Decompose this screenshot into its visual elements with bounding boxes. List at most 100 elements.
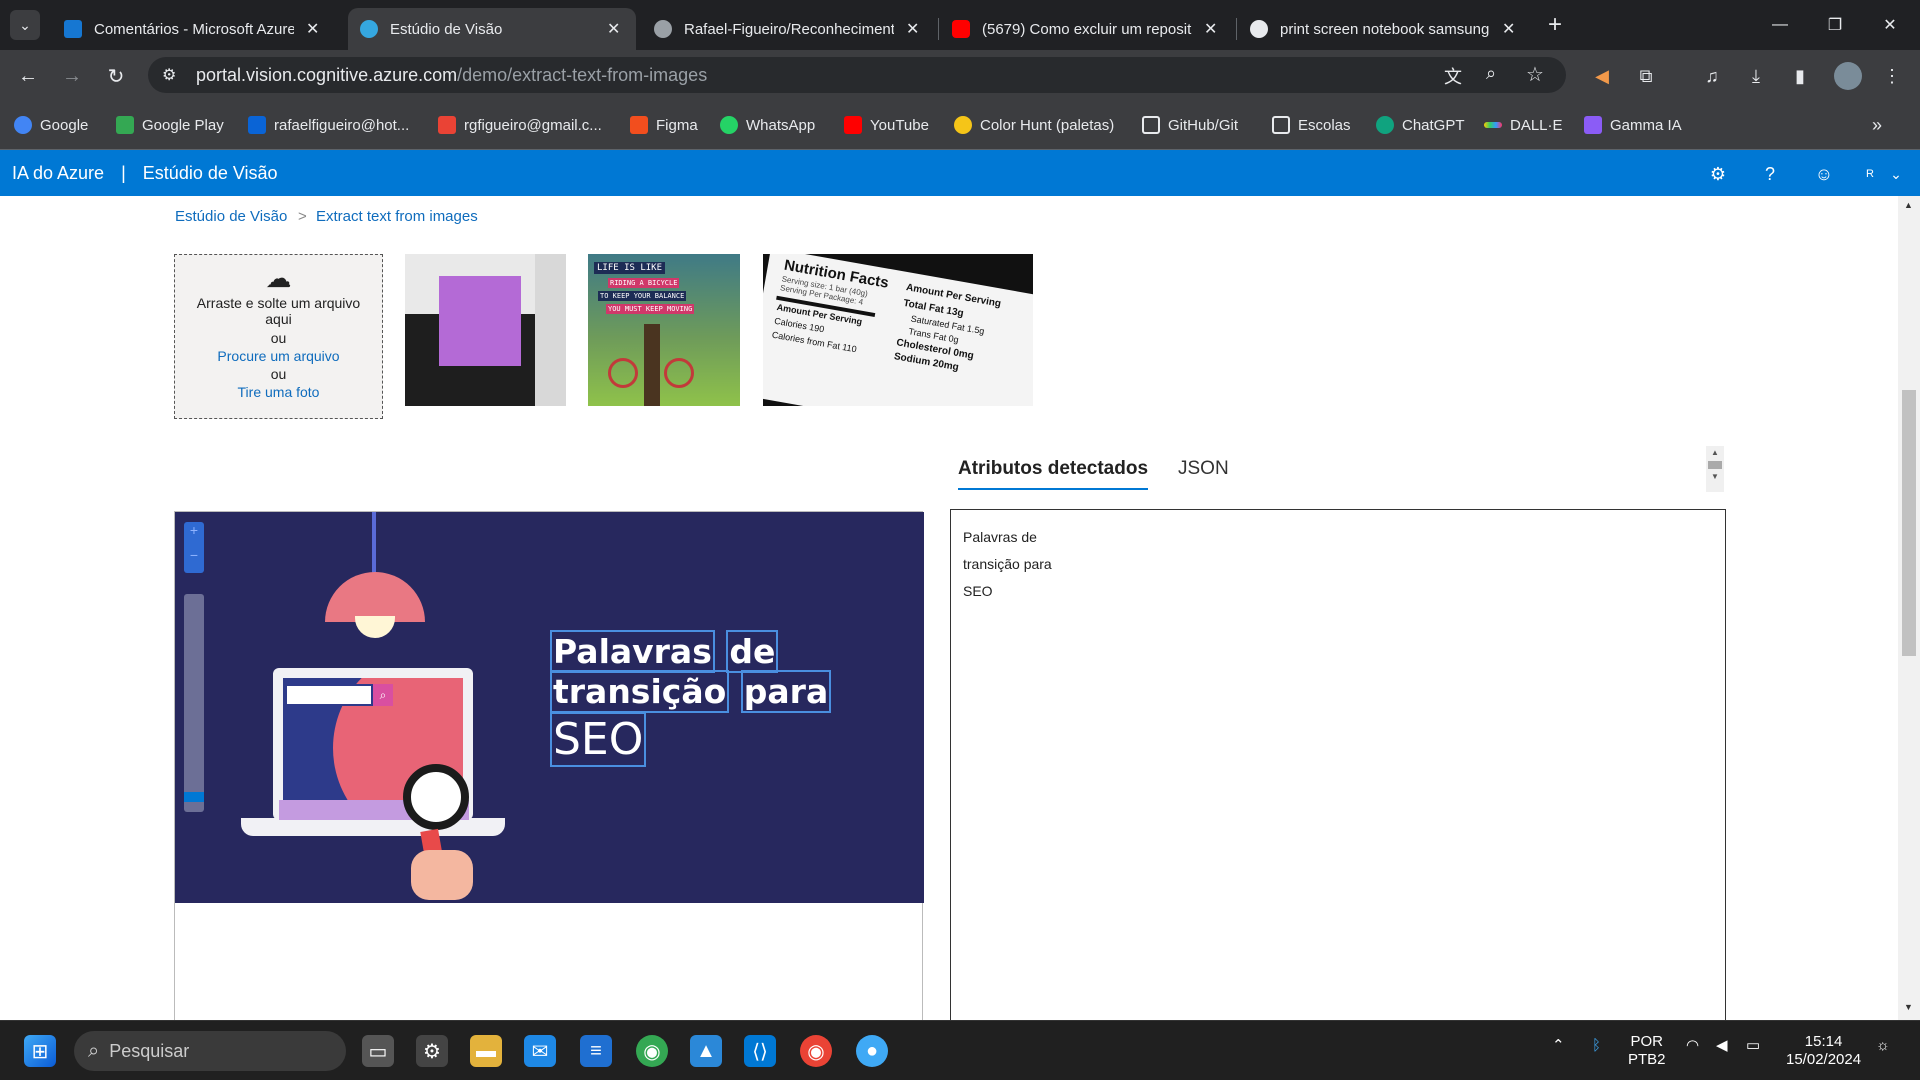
ocr-word-box[interactable]: Palavras: [550, 630, 715, 673]
bookmark-chatgpt[interactable]: ChatGPT: [1376, 114, 1465, 136]
analyzed-image[interactable]: + − ⌕ Palavras de transição para SEO: [175, 512, 924, 903]
settings-gear-icon[interactable]: ⚙: [1706, 162, 1730, 186]
side-panel-icon[interactable]: ▮: [1786, 62, 1814, 90]
close-icon[interactable]: ✕: [306, 19, 319, 39]
tab-azure-comments[interactable]: Comentários - Microsoft Azure ✕: [52, 8, 342, 50]
zoom-out-icon[interactable]: −: [184, 547, 204, 572]
chrome-active-icon[interactable]: ◉: [800, 1035, 832, 1067]
ocr-word-box[interactable]: SEO: [550, 712, 647, 767]
back-icon[interactable]: ←: [12, 60, 44, 92]
file-explorer-icon[interactable]: ▬: [470, 1035, 502, 1067]
photos-icon[interactable]: ▲: [690, 1035, 722, 1067]
profile-avatar[interactable]: [1834, 62, 1862, 90]
taskbar-search[interactable]: ⌕ Pesquisar: [74, 1031, 346, 1071]
bookmark-folder-github[interactable]: GitHub/Git: [1142, 114, 1238, 136]
close-icon[interactable]: ✕: [607, 19, 620, 39]
browse-file-link[interactable]: Procure um arquivo: [175, 347, 382, 365]
help-icon[interactable]: ?: [1758, 162, 1782, 186]
tab-vision-studio[interactable]: Estúdio de Visão ✕: [348, 8, 636, 50]
scroll-thumb[interactable]: [1902, 390, 1916, 656]
more-bookmarks-icon[interactable]: »: [1872, 114, 1882, 136]
windows-start-icon[interactable]: ⊞: [24, 1035, 56, 1067]
translate-icon[interactable]: 文: [1444, 63, 1462, 89]
bluetooth-icon[interactable]: ᛒ: [1592, 1037, 1601, 1055]
tab-detected-attributes[interactable]: Atributos detectados: [958, 458, 1149, 490]
vscode-icon[interactable]: ⟨⟩: [744, 1035, 776, 1067]
bookmark-color-hunt[interactable]: Color Hunt (paletas): [954, 114, 1114, 136]
restore-button[interactable]: ❐: [1805, 0, 1865, 50]
breadcrumb-current[interactable]: Extract text from images: [316, 208, 478, 225]
wifi-icon[interactable]: ◠: [1686, 1037, 1699, 1055]
bookmark-whatsapp[interactable]: WhatsApp: [720, 114, 815, 136]
user-initial[interactable]: R: [1858, 162, 1882, 186]
product-name[interactable]: IA do Azure: [12, 163, 104, 183]
bookmark-google-play[interactable]: Google Play: [116, 114, 224, 136]
reload-icon[interactable]: ↻: [100, 60, 132, 92]
close-icon[interactable]: ✕: [906, 19, 919, 39]
detected-line[interactable]: Palavras de: [963, 524, 1713, 551]
scroll-down-icon[interactable]: ▼: [1706, 470, 1724, 484]
tab-google-search[interactable]: print screen notebook samsung ✕: [1238, 8, 1528, 50]
tabs-scrollbar[interactable]: ▲ ▼: [1706, 446, 1724, 492]
take-photo-link[interactable]: Tire uma foto: [175, 383, 382, 401]
notification-icon[interactable]: ☼: [1876, 1037, 1890, 1055]
scroll-up-icon[interactable]: ▲: [1706, 446, 1724, 460]
ocr-word-box[interactable]: transição: [550, 670, 730, 713]
address-bar[interactable]: ⚙ portal.vision.cognitive.azure.com/demo…: [148, 57, 1566, 93]
mail-icon[interactable]: ✉: [524, 1035, 556, 1067]
zoom-slider-thumb[interactable]: [184, 792, 204, 802]
close-icon[interactable]: ✕: [1204, 19, 1217, 39]
breadcrumb-root[interactable]: Estúdio de Visão: [175, 208, 287, 225]
app-icon[interactable]: ●: [856, 1035, 888, 1067]
download-icon[interactable]: ⤓: [1742, 62, 1770, 90]
minimize-button[interactable]: —: [1750, 0, 1810, 50]
scroll-thumb[interactable]: [1708, 461, 1722, 469]
bookmark-gmail[interactable]: rgfigueiro@gmail.c...: [438, 114, 602, 136]
page-scrollbar[interactable]: ▲ ▼: [1898, 196, 1920, 1020]
menu-icon[interactable]: ⋮: [1878, 62, 1906, 90]
battery-icon[interactable]: ▭: [1746, 1037, 1760, 1055]
site-info-icon[interactable]: ⚙: [162, 65, 176, 85]
forward-icon[interactable]: →: [56, 60, 88, 92]
sample-image-bicycle[interactable]: LIFE IS LIKE RIDING A BICYCLE TO KEEP YO…: [588, 254, 740, 406]
feedback-smiley-icon[interactable]: ☺: [1812, 162, 1836, 186]
task-view-icon[interactable]: ▭: [362, 1035, 394, 1067]
zoom-in-icon[interactable]: +: [184, 522, 204, 547]
sample-image-sticky-note[interactable]: [405, 254, 566, 406]
media-control-icon[interactable]: ♫: [1698, 62, 1726, 90]
language-indicator[interactable]: POR PTB2: [1628, 1033, 1666, 1069]
tray-chevron-icon[interactable]: ⌃: [1552, 1037, 1565, 1055]
studio-name[interactable]: Estúdio de Visão: [143, 163, 278, 183]
extension-icon[interactable]: ◀: [1588, 62, 1616, 90]
bookmark-figma[interactable]: Figma: [630, 114, 698, 136]
zoom-slider[interactable]: [184, 594, 204, 812]
bookmark-star-icon[interactable]: ☆: [1526, 62, 1544, 87]
clock[interactable]: 15:14 15/02/2024: [1786, 1033, 1861, 1069]
tab-search-button[interactable]: ⌄: [10, 10, 40, 40]
detected-line[interactable]: SEO: [963, 578, 1713, 605]
tab-youtube[interactable]: (5679) Como excluir um reposit ✕: [940, 8, 1230, 50]
bookmark-dalle[interactable]: DALL·E: [1484, 114, 1563, 136]
ocr-word-box[interactable]: de: [726, 630, 779, 673]
scroll-up-icon[interactable]: ▲: [1904, 200, 1913, 210]
notes-app-icon[interactable]: ≡: [580, 1035, 612, 1067]
close-icon[interactable]: ✕: [1502, 19, 1515, 39]
zoom-icon[interactable]: ⌕: [1486, 63, 1496, 84]
bookmark-youtube[interactable]: YouTube: [844, 114, 929, 136]
volume-icon[interactable]: ◀: [1716, 1037, 1728, 1055]
bookmark-outlook[interactable]: rafaelfigueiro@hot...: [248, 114, 409, 136]
bookmark-folder-escolas[interactable]: Escolas: [1272, 114, 1351, 136]
detected-line[interactable]: transição para: [963, 551, 1713, 578]
file-dropzone[interactable]: ☁ Arraste e solte um arquivo aqui ou Pro…: [174, 254, 383, 419]
close-window-button[interactable]: ✕: [1860, 0, 1920, 50]
settings-icon[interactable]: ⚙: [416, 1035, 448, 1067]
chrome-icon[interactable]: ◉: [636, 1035, 668, 1067]
new-tab-button[interactable]: +: [1540, 10, 1570, 40]
bookmark-google[interactable]: Google: [14, 114, 88, 136]
ocr-word-box[interactable]: para: [740, 670, 832, 713]
chevron-down-icon[interactable]: ⌄: [1884, 162, 1908, 186]
sample-image-nutrition-facts[interactable]: Nutrition Facts Serving size: 1 bar (40g…: [763, 254, 1033, 406]
extensions-puzzle-icon[interactable]: ⧉: [1632, 62, 1660, 90]
scroll-down-icon[interactable]: ▼: [1904, 1002, 1913, 1012]
bookmark-gamma[interactable]: Gamma IA: [1584, 114, 1682, 136]
